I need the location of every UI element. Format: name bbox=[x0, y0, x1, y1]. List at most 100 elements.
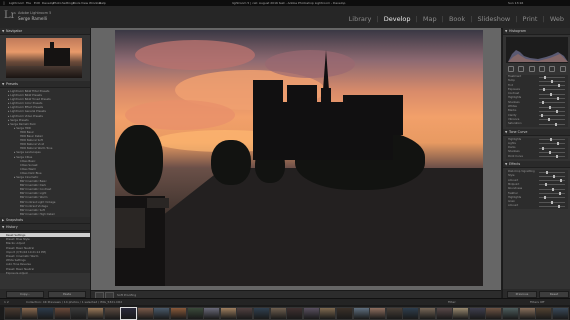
navigator-header[interactable]: ▼ Navigator bbox=[0, 28, 90, 35]
filmstrip-thumbnail[interactable] bbox=[203, 307, 221, 320]
filmstrip-thumbnail[interactable] bbox=[219, 307, 237, 320]
spot-removal-icon[interactable] bbox=[518, 66, 525, 72]
filmstrip-thumbnail[interactable] bbox=[37, 307, 55, 320]
previous-button[interactable]: Previous bbox=[507, 291, 537, 298]
radial-filter-icon[interactable] bbox=[549, 66, 556, 72]
module-library[interactable]: Library bbox=[349, 15, 372, 23]
filmstrip-thumbnail[interactable] bbox=[87, 307, 104, 320]
filmstrip-thumbnail[interactable] bbox=[385, 307, 403, 320]
slider-knob[interactable] bbox=[552, 187, 554, 191]
slider-knob[interactable] bbox=[543, 88, 545, 92]
adjustment-brush-icon[interactable] bbox=[559, 66, 566, 72]
slider-knob[interactable] bbox=[548, 118, 550, 122]
snapshots-header[interactable]: ▶ Snapshots bbox=[0, 217, 90, 224]
filmstrip-thumbnail[interactable] bbox=[103, 307, 121, 320]
filmstrip-thumbnail[interactable] bbox=[502, 307, 519, 320]
history-header[interactable]: ▼ History bbox=[0, 224, 90, 231]
slider-knob[interactable] bbox=[549, 150, 551, 154]
filmstrip-thumbnail[interactable] bbox=[20, 307, 38, 320]
filmstrip-thumbnail[interactable] bbox=[53, 307, 71, 320]
adjustment-slider[interactable] bbox=[539, 138, 565, 142]
module-print[interactable]: Print bbox=[523, 15, 538, 23]
slider-knob[interactable] bbox=[557, 96, 559, 100]
adjustment-slider[interactable] bbox=[539, 183, 565, 187]
adjustment-slider[interactable] bbox=[539, 187, 565, 191]
copy-button[interactable]: Copy... bbox=[6, 291, 44, 298]
adjustment-slider[interactable] bbox=[539, 122, 565, 126]
red-eye-icon[interactable] bbox=[528, 66, 535, 72]
slider-knob[interactable] bbox=[560, 179, 562, 183]
filmstrip-thumbnail[interactable] bbox=[70, 307, 88, 320]
adjustment-slider[interactable] bbox=[539, 170, 565, 174]
filmstrip-thumbnail[interactable] bbox=[485, 307, 503, 320]
slider-knob[interactable] bbox=[542, 146, 544, 150]
slider-knob[interactable] bbox=[553, 174, 555, 178]
adjustment-slider[interactable] bbox=[539, 192, 565, 196]
filmstrip-thumbnail[interactable] bbox=[170, 307, 187, 320]
navigator-preview[interactable] bbox=[6, 38, 82, 78]
filmstrip-thumbnail[interactable] bbox=[253, 307, 270, 320]
filmstrip-thumbnail[interactable] bbox=[419, 307, 436, 320]
reset-button[interactable]: Reset bbox=[539, 291, 569, 298]
histogram-header[interactable]: ▼ Histogram bbox=[503, 28, 570, 35]
slider-knob[interactable] bbox=[546, 170, 548, 174]
slider-knob[interactable] bbox=[558, 204, 560, 208]
filmstrip-thumbnail[interactable] bbox=[186, 307, 204, 320]
adjustment-slider[interactable] bbox=[539, 92, 565, 96]
filmstrip-thumbnail[interactable] bbox=[535, 307, 553, 320]
paste-button[interactable]: Paste bbox=[48, 291, 86, 298]
filmstrip-thumbnail[interactable] bbox=[4, 307, 21, 320]
filmstrip-thumbnail[interactable] bbox=[518, 307, 536, 320]
presets-header[interactable]: ▼ Presets bbox=[0, 81, 90, 88]
history-item[interactable]: Exposure Adjust bbox=[0, 271, 90, 275]
adjustment-slider[interactable] bbox=[539, 84, 565, 88]
adjustment-slider[interactable] bbox=[539, 204, 565, 208]
slider-knob[interactable] bbox=[544, 196, 546, 200]
slider-knob[interactable] bbox=[551, 200, 553, 204]
adjustment-slider[interactable] bbox=[539, 118, 565, 122]
module-book[interactable]: Book bbox=[449, 15, 465, 23]
adjustment-slider[interactable] bbox=[539, 146, 565, 150]
filmstrip-thumbnail[interactable] bbox=[120, 307, 138, 320]
slider-knob[interactable] bbox=[544, 75, 546, 79]
image-canvas[interactable] bbox=[91, 28, 501, 290]
module-develop[interactable]: Develop bbox=[384, 15, 411, 23]
slider-knob[interactable] bbox=[559, 192, 561, 196]
slider-knob[interactable] bbox=[556, 109, 558, 113]
adjustment-slider[interactable] bbox=[539, 75, 565, 79]
slider-knob[interactable] bbox=[549, 105, 551, 109]
adjustment-slider[interactable] bbox=[539, 79, 565, 83]
adjustment-slider[interactable] bbox=[539, 101, 565, 105]
adjustment-slider[interactable] bbox=[539, 200, 565, 204]
adjustment-slider[interactable] bbox=[539, 150, 565, 154]
filmstrip-thumbnail[interactable] bbox=[302, 307, 320, 320]
module-map[interactable]: Map bbox=[423, 15, 437, 23]
slider-knob[interactable] bbox=[557, 142, 559, 146]
tone-curve-header[interactable]: ▼ Tone Curve bbox=[503, 128, 570, 136]
filmstrip-thumbnail[interactable] bbox=[236, 307, 254, 320]
adjustment-slider[interactable] bbox=[539, 155, 565, 159]
slider-knob[interactable] bbox=[550, 92, 552, 96]
adjustment-slider[interactable] bbox=[539, 179, 565, 183]
filmstrip-thumbnail[interactable] bbox=[153, 307, 171, 320]
slider-knob[interactable] bbox=[541, 114, 543, 118]
filmstrip-thumbnail[interactable] bbox=[136, 307, 154, 320]
slider-knob[interactable] bbox=[550, 138, 552, 142]
filmstrip-thumbnail[interactable] bbox=[551, 307, 569, 320]
filmstrip-thumbnail[interactable] bbox=[402, 307, 420, 320]
module-web[interactable]: Web bbox=[550, 15, 564, 23]
slider-knob[interactable] bbox=[542, 101, 544, 105]
filmstrip-thumbnail[interactable] bbox=[352, 307, 370, 320]
adjustment-slider[interactable] bbox=[539, 105, 565, 109]
slider-knob[interactable] bbox=[545, 183, 547, 187]
adjustment-slider[interactable] bbox=[539, 174, 565, 178]
slider-knob[interactable] bbox=[551, 79, 553, 83]
crop-tool-icon[interactable] bbox=[508, 66, 515, 72]
adjustment-slider[interactable] bbox=[539, 109, 565, 113]
graduated-filter-icon[interactable] bbox=[539, 66, 546, 72]
adjustment-slider[interactable] bbox=[539, 88, 565, 92]
filmstrip-thumbnail[interactable] bbox=[369, 307, 387, 320]
slider-knob[interactable] bbox=[558, 84, 560, 88]
filmstrip-thumbnail[interactable] bbox=[336, 307, 353, 320]
slider-knob[interactable] bbox=[555, 122, 557, 126]
